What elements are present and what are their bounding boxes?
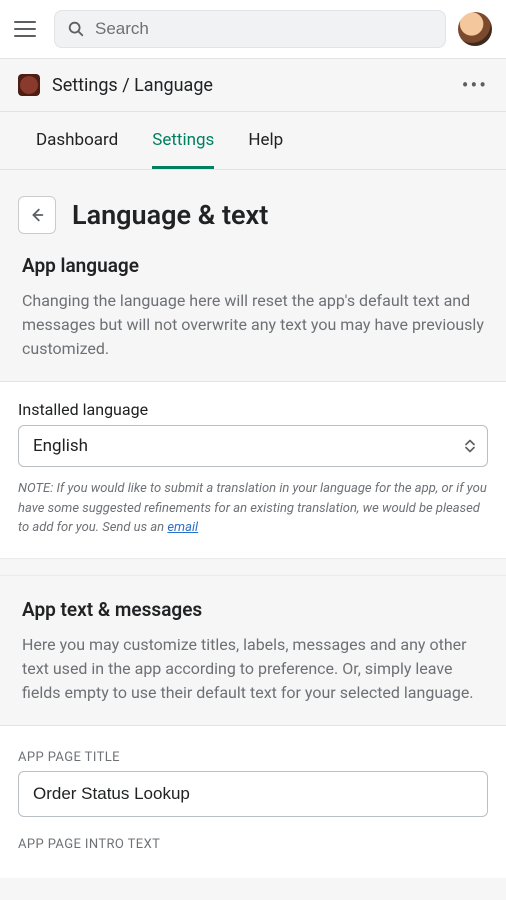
tab-help[interactable]: Help <box>248 112 283 169</box>
app-language-section: App language Changing the language here … <box>0 254 506 381</box>
installed-language-value: English <box>33 436 88 456</box>
app-text-fields: APP PAGE TITLE APP PAGE INTRO TEXT <box>0 726 506 878</box>
overflow-menu-button[interactable]: ••• <box>462 73 488 97</box>
breadcrumb-bar: Settings / Language ••• <box>0 58 506 112</box>
back-button[interactable] <box>18 196 56 234</box>
installed-language-label: Installed language <box>18 400 488 419</box>
tab-settings[interactable]: Settings <box>152 112 214 169</box>
top-bar <box>0 0 506 58</box>
page-header: Language & text <box>0 170 506 254</box>
app-text-section: App text & messages Here you may customi… <box>0 576 506 725</box>
translation-note: NOTE: If you would like to submit a tran… <box>18 479 488 538</box>
select-caret-icon <box>465 440 475 453</box>
app-text-title: App text & messages <box>22 598 484 621</box>
arrow-left-icon <box>28 206 46 224</box>
search-icon <box>67 20 85 38</box>
app-language-title: App language <box>22 254 484 277</box>
app-page-title-input[interactable] <box>18 771 488 817</box>
installed-language-select[interactable]: English <box>18 425 488 467</box>
search-field[interactable] <box>54 10 446 48</box>
app-page-intro-text-label: APP PAGE INTRO TEXT <box>18 837 488 852</box>
breadcrumb: Settings / Language <box>52 75 213 96</box>
app-page-title-label: APP PAGE TITLE <box>18 750 488 765</box>
installed-language-block: Installed language English NOTE: If you … <box>0 382 506 558</box>
email-link[interactable]: email <box>167 520 198 535</box>
app-text-description: Here you may customize titles, labels, m… <box>22 633 484 705</box>
tabs: Dashboard Settings Help <box>0 112 506 170</box>
avatar[interactable] <box>458 12 492 46</box>
menu-button[interactable] <box>14 15 42 43</box>
app-language-description: Changing the language here will reset th… <box>22 289 484 361</box>
page-title: Language & text <box>72 199 268 231</box>
tab-dashboard[interactable]: Dashboard <box>36 112 118 169</box>
app-icon <box>18 74 40 96</box>
search-input[interactable] <box>95 19 433 39</box>
